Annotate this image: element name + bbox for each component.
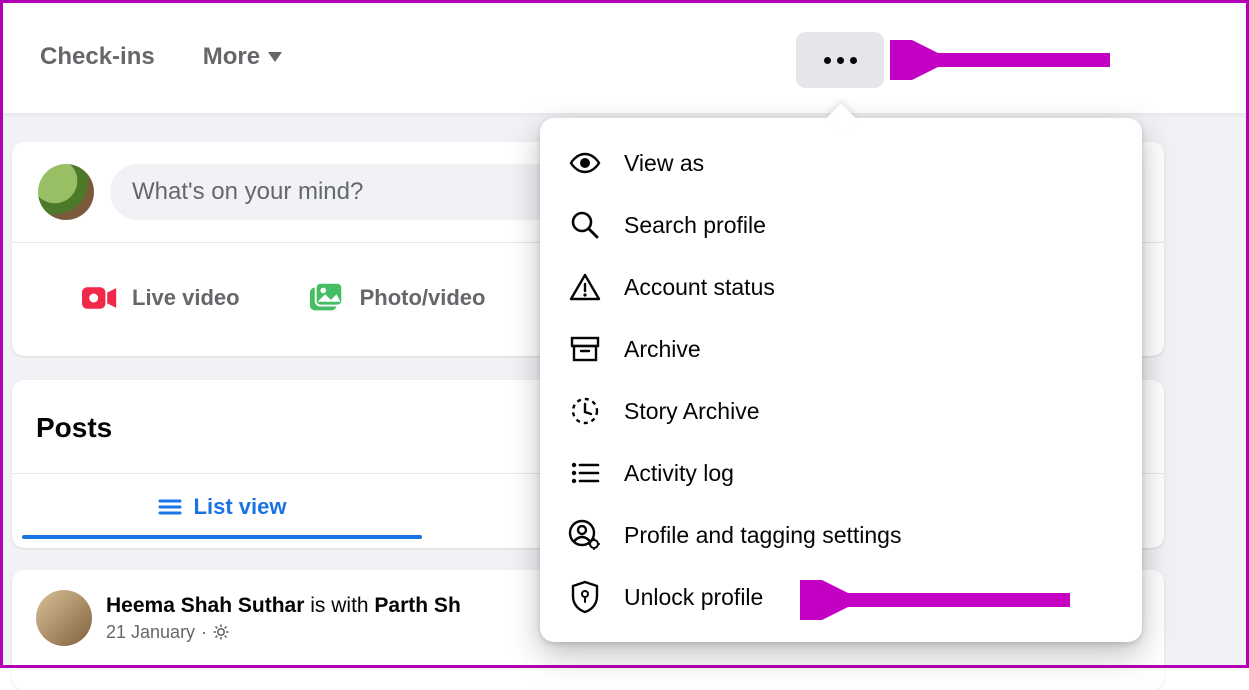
search-icon [568, 208, 602, 242]
menu-item-activity-log[interactable]: Activity log [550, 442, 1132, 504]
avatar-gear-icon [568, 518, 602, 552]
menu-item-profile-tagging[interactable]: Profile and tagging settings [550, 504, 1132, 566]
warning-icon [568, 270, 602, 304]
menu-item-label: Account status [624, 274, 775, 301]
annotation-arrow-bottom [800, 580, 1080, 620]
more-options-menu: View as Search profile Account status Ar… [540, 118, 1142, 642]
archive-icon [568, 332, 602, 366]
shield-lock-icon [568, 580, 602, 614]
eye-icon [568, 146, 602, 180]
menu-item-label: Activity log [624, 460, 734, 487]
menu-item-label: Profile and tagging settings [624, 522, 901, 549]
menu-item-search-profile[interactable]: Search profile [550, 194, 1132, 256]
menu-item-archive[interactable]: Archive [550, 318, 1132, 380]
menu-item-label: Search profile [624, 212, 766, 239]
list-icon [568, 456, 602, 490]
menu-item-view-as[interactable]: View as [550, 132, 1132, 194]
menu-item-label: Story Archive [624, 398, 760, 425]
menu-item-label: View as [624, 150, 704, 177]
menu-item-label: Archive [624, 336, 701, 363]
menu-item-account-status[interactable]: Account status [550, 256, 1132, 318]
annotation-arrow-top [890, 40, 1120, 80]
clock-dashed-icon [568, 394, 602, 428]
menu-item-story-archive[interactable]: Story Archive [550, 380, 1132, 442]
menu-item-label: Unlock profile [624, 584, 763, 611]
